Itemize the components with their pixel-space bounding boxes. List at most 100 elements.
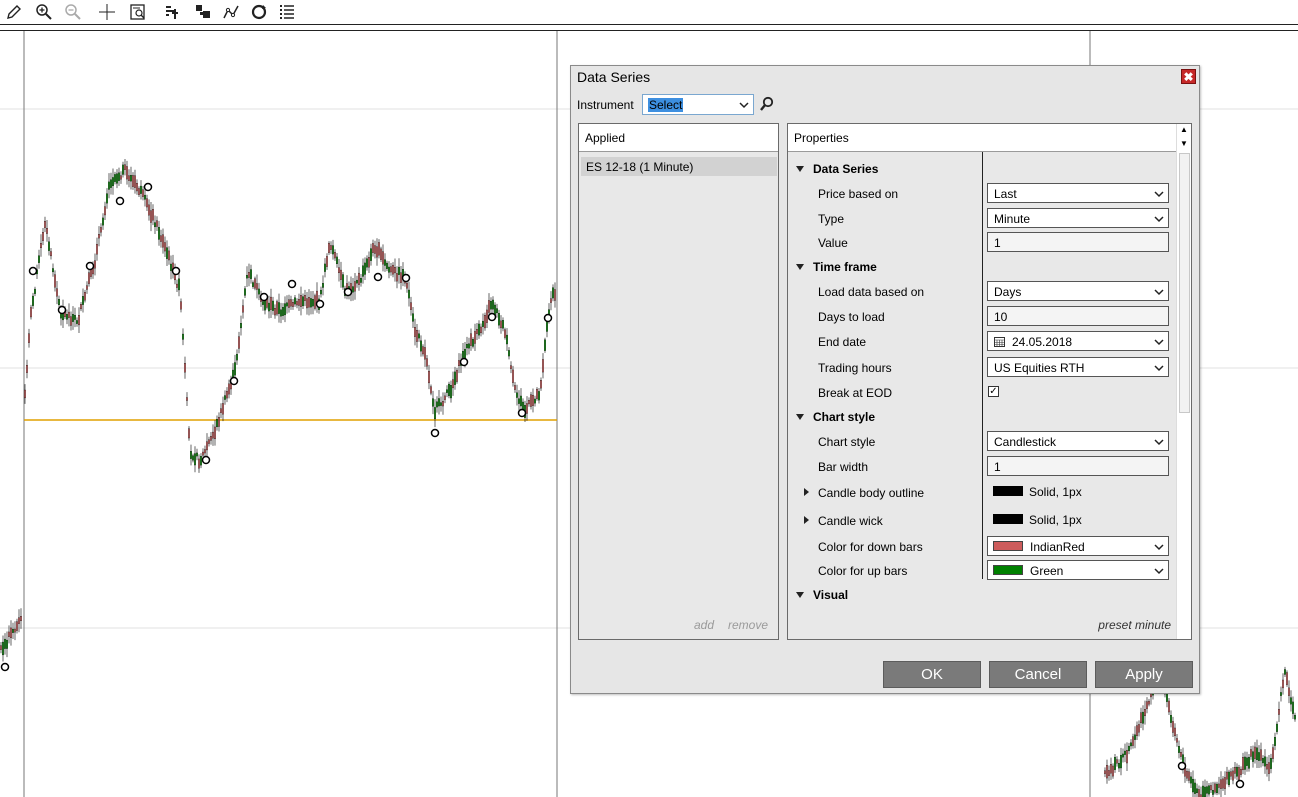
value-label: Value	[818, 236, 848, 250]
load-data-based-on-select[interactable]: Days	[987, 281, 1169, 301]
end-date-picker[interactable]: 24.05.2018	[987, 331, 1169, 351]
candle-body	[1276, 723, 1278, 732]
column-divider	[982, 152, 983, 579]
trading-hours-select[interactable]: US Equities RTH	[987, 357, 1169, 377]
properties-list-icon[interactable]	[277, 2, 297, 22]
crosshair-icon[interactable]	[97, 2, 117, 22]
candle-body	[1250, 749, 1252, 757]
candle-body	[336, 256, 338, 265]
candle-body	[258, 288, 260, 295]
candle-body	[1238, 767, 1240, 780]
apply-button[interactable]: Apply	[1095, 661, 1193, 688]
collapse-icon[interactable]	[796, 592, 804, 598]
color-up-bars-label: Color for up bars	[818, 564, 908, 578]
bar-width-input[interactable]: 1	[987, 456, 1169, 476]
candle-body	[1232, 770, 1234, 781]
candle-body	[422, 346, 424, 355]
candle-body	[536, 388, 538, 399]
candle-body	[1220, 779, 1222, 789]
search-icon[interactable]	[759, 96, 775, 112]
properties-scrollbar[interactable]: ▲ ▼	[1176, 124, 1191, 639]
zoom-out-icon[interactable]	[63, 2, 83, 22]
candle-body	[156, 220, 158, 227]
candle-body	[206, 441, 208, 451]
chart-style-icon[interactable]	[193, 2, 213, 22]
candle-body	[1174, 727, 1176, 737]
ok-button[interactable]: OK	[883, 661, 981, 688]
chevron-down-icon	[1154, 187, 1164, 201]
collapse-icon[interactable]	[796, 166, 804, 172]
candle-body	[458, 360, 460, 367]
chart-style-select[interactable]: Candlestick	[987, 431, 1169, 451]
collapse-icon[interactable]	[796, 414, 804, 420]
days-to-load-input[interactable]: 10	[987, 306, 1169, 326]
candle-body	[218, 417, 220, 427]
break-at-eod-checkbox[interactable]: ✓	[988, 386, 999, 397]
candle-body	[322, 283, 324, 288]
candle-body	[16, 621, 18, 631]
candle-body	[1210, 785, 1212, 791]
color-down-bars-select[interactable]: IndianRed	[987, 536, 1169, 556]
candle-body	[52, 268, 54, 273]
scroll-up-icon[interactable]: ▲	[1180, 125, 1188, 134]
remove-link[interactable]: remove	[728, 618, 768, 632]
candle-body	[468, 343, 470, 349]
candle-body	[118, 172, 120, 181]
candle-body	[382, 251, 384, 265]
preset-link[interactable]: preset minute	[1098, 618, 1171, 632]
expand-icon[interactable]	[804, 516, 809, 524]
candle-body	[470, 333, 472, 346]
applied-list-item[interactable]: ES 12-18 (1 Minute)	[581, 157, 777, 176]
candle-body	[1266, 764, 1268, 770]
type-select[interactable]: Minute	[987, 208, 1169, 228]
candle-body	[134, 175, 136, 188]
candle-body	[1122, 753, 1124, 758]
data-box-icon[interactable]	[128, 2, 148, 22]
candle-body	[1118, 763, 1120, 769]
candle-body	[384, 259, 386, 266]
candle-body	[1168, 700, 1170, 713]
candle-body	[420, 340, 422, 352]
value-input[interactable]: 1	[987, 232, 1169, 252]
candle-body	[1260, 749, 1262, 761]
drawing-tools-icon[interactable]	[221, 2, 241, 22]
candle-body	[1142, 711, 1144, 724]
candle-body	[1194, 782, 1196, 794]
bar-type-icon[interactable]	[162, 2, 182, 22]
chevron-down-icon	[1154, 285, 1164, 299]
candle-body	[12, 628, 14, 633]
candle-body	[506, 334, 508, 345]
close-icon[interactable]: ✖	[1181, 69, 1196, 84]
collapse-icon[interactable]	[796, 264, 804, 270]
candle-body	[42, 232, 44, 241]
candle-body	[1112, 765, 1114, 777]
candle-body	[120, 175, 122, 180]
candle-body	[486, 309, 488, 323]
candle-body	[256, 283, 258, 290]
candle-body	[1272, 747, 1274, 759]
candle-body	[158, 227, 160, 240]
candle-body	[88, 272, 90, 284]
refresh-icon[interactable]	[249, 2, 269, 22]
candle-body	[544, 339, 546, 351]
chart-style-label: Chart style	[818, 435, 876, 449]
color-up-bars-select[interactable]: Green	[987, 560, 1169, 580]
cancel-button[interactable]: Cancel	[989, 661, 1087, 688]
trading-hours-label: Trading hours	[818, 361, 892, 375]
add-link[interactable]: add	[694, 618, 714, 632]
candle-wick-value[interactable]: Solid, 1px	[1029, 513, 1082, 527]
scrollbar-thumb[interactable]	[1179, 153, 1190, 413]
candle-body	[38, 255, 40, 263]
candle-body-outline-value[interactable]: Solid, 1px	[1029, 485, 1082, 499]
chart-marker	[543, 313, 553, 323]
candle-body	[126, 166, 128, 180]
pencil-icon[interactable]	[4, 2, 24, 22]
price-based-on-select[interactable]: Last	[987, 183, 1169, 203]
instrument-select[interactable]: Select	[642, 94, 754, 115]
expand-icon[interactable]	[804, 488, 809, 496]
candle-body	[342, 274, 344, 288]
end-date-label: End date	[818, 335, 867, 349]
scroll-down-icon[interactable]: ▼	[1180, 139, 1188, 148]
zoom-in-icon[interactable]	[34, 2, 54, 22]
candle-body	[498, 313, 500, 326]
